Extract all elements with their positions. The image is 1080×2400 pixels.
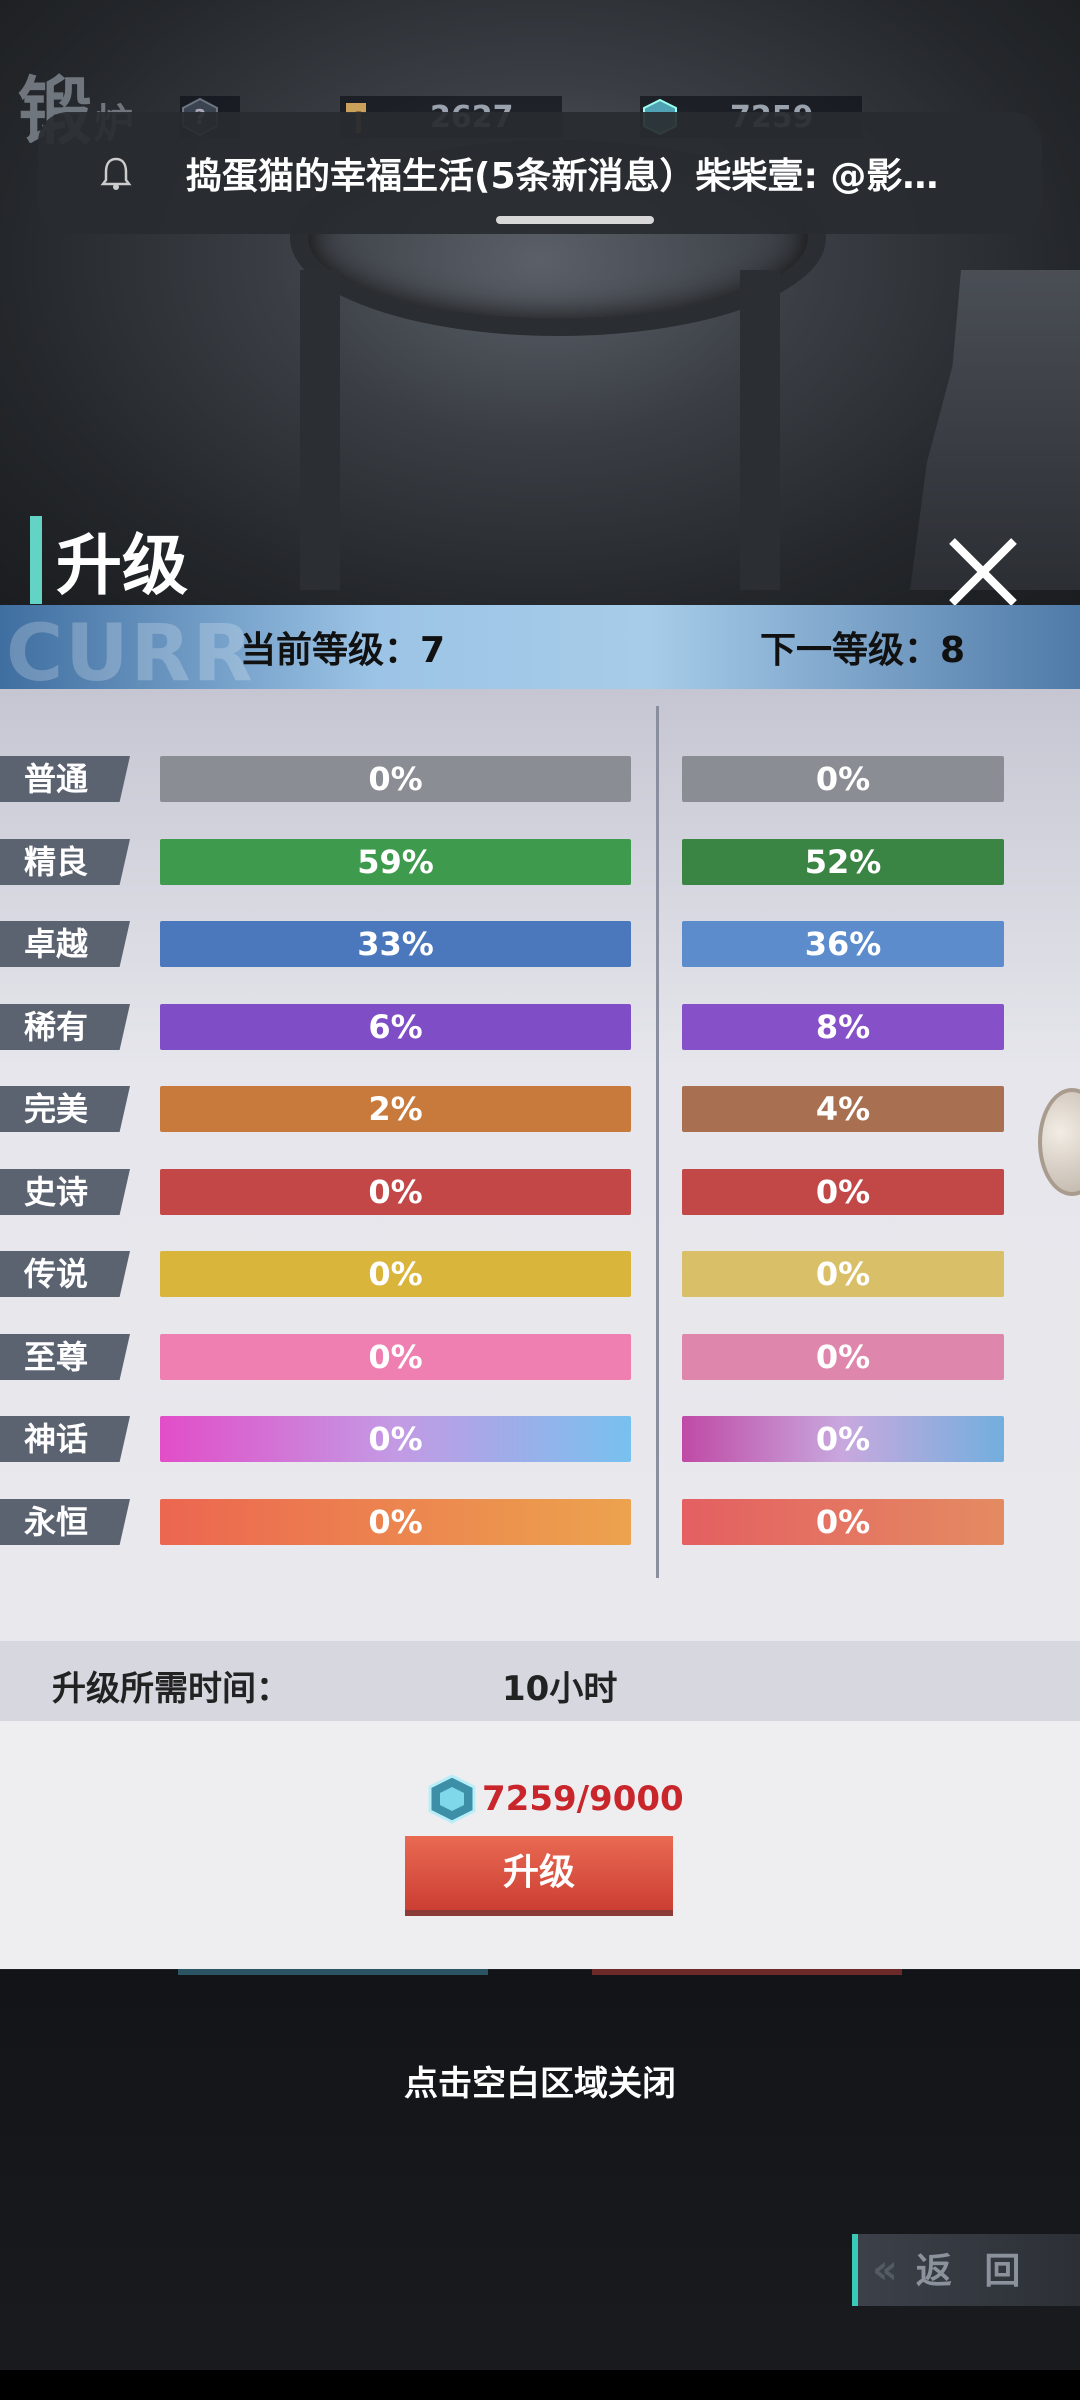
rarity-row: 卓越 33% 36% — [0, 921, 1080, 967]
bottom-background — [0, 1970, 1080, 2400]
close-hint[interactable]: 点击空白区域关闭 — [0, 2056, 1080, 2105]
upgrade-button[interactable]: 升级 — [405, 1836, 673, 1910]
current-chance-bar: 0% — [160, 1251, 631, 1297]
rarity-label: 史诗 — [0, 1169, 130, 1215]
current-level-label: 当前等级：7 — [240, 630, 446, 671]
next-chance-bar: 52% — [682, 839, 1004, 885]
current-chance-bar: 0% — [160, 1169, 631, 1215]
current-chance-bar: 0% — [160, 756, 631, 802]
rarity-row: 至尊 0% 0% — [0, 1334, 1080, 1380]
header-ghost-text: CURR — [6, 609, 255, 699]
notification-banner[interactable]: 捣蛋猫的幸福生活(5条新消息）柴柴壹: @影… — [38, 112, 1042, 234]
upgrade-cost: 7259/9000 — [426, 1774, 684, 1824]
rarity-label: 传说 — [0, 1251, 130, 1297]
rarity-row: 稀有 6% 8% — [0, 1004, 1080, 1050]
notification-bell-icon — [100, 157, 132, 190]
next-chance-bar: 0% — [682, 1251, 1004, 1297]
forge-machine-leg — [300, 270, 340, 590]
notification-handle[interactable] — [496, 216, 654, 224]
time-value: 10小时 — [502, 1669, 618, 1709]
current-chance-bar: 0% — [160, 1416, 631, 1462]
rarity-row: 史诗 0% 0% — [0, 1169, 1080, 1215]
rarity-row: 永恒 0% 0% — [0, 1499, 1080, 1545]
forge-machine-leg — [740, 270, 780, 590]
double-chevron-left-icon: « — [872, 2247, 898, 2293]
next-level-label: 下一等级：8 — [760, 630, 966, 671]
next-chance-bar: 0% — [682, 1499, 1004, 1545]
cost-amount: 7259/9000 — [482, 1779, 684, 1819]
time-label: 升级所需时间： — [52, 1669, 290, 1709]
rarity-row: 普通 0% 0% — [0, 756, 1080, 802]
rarity-label: 神话 — [0, 1416, 130, 1462]
current-chance-bar: 0% — [160, 1334, 631, 1380]
crystal-cube-icon — [428, 1774, 476, 1824]
back-button-label: 返 回 — [915, 2251, 1031, 2292]
notification-text: 捣蛋猫的幸福生活(5条新消息）柴柴壹: @影… — [186, 156, 939, 197]
current-chance-bar: 33% — [160, 921, 631, 967]
next-chance-bar: 0% — [682, 756, 1004, 802]
nav-strip — [0, 2370, 1080, 2400]
current-chance-bar: 0% — [160, 1499, 631, 1545]
next-chance-bar: 0% — [682, 1334, 1004, 1380]
rarity-row: 精良 59% 52% — [0, 839, 1080, 885]
dialog-title-text: 升级 — [56, 527, 188, 604]
rarity-label: 至尊 — [0, 1334, 130, 1380]
rarity-label: 卓越 — [0, 921, 130, 967]
level-header: CURR 当前等级：7 下一等级：8 — [0, 605, 1080, 699]
next-chance-bar: 0% — [682, 1169, 1004, 1215]
rarity-label: 完美 — [0, 1086, 130, 1132]
time-row: 升级所需时间： 10小时 — [0, 1641, 1080, 1721]
rarity-label: 精良 — [0, 839, 130, 885]
next-chance-bar: 8% — [682, 1004, 1004, 1050]
rarity-label: 普通 — [0, 756, 130, 802]
current-chance-bar: 59% — [160, 839, 631, 885]
title-accent-bar — [30, 516, 42, 604]
next-chance-bar: 36% — [682, 921, 1004, 967]
rarity-row: 神话 0% 0% — [0, 1416, 1080, 1462]
current-chance-bar: 2% — [160, 1086, 631, 1132]
rarity-label: 稀有 — [0, 1004, 130, 1050]
dialog-title: 升级 — [30, 515, 188, 605]
rarity-label: 永恒 — [0, 1499, 130, 1545]
next-chance-bar: 0% — [682, 1416, 1004, 1462]
back-button[interactable]: « 返 回 — [852, 2234, 1080, 2306]
background-button — [178, 1969, 488, 1975]
close-icon[interactable] — [946, 535, 1020, 609]
background-button — [592, 1969, 902, 1975]
rarity-row: 完美 2% 4% — [0, 1086, 1080, 1132]
rarity-row: 传说 0% 0% — [0, 1251, 1080, 1297]
current-chance-bar: 6% — [160, 1004, 631, 1050]
next-chance-bar: 4% — [682, 1086, 1004, 1132]
